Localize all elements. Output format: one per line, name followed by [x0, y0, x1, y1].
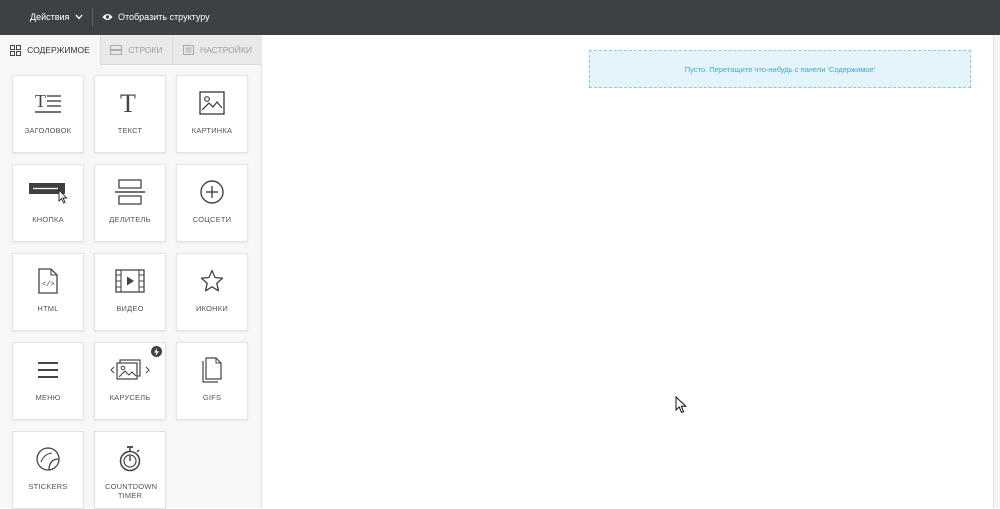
html-file-icon: </>: [38, 268, 58, 294]
block-gifs-label: GIFS: [202, 393, 222, 402]
show-structure-label: Отобразить структуру: [118, 12, 210, 22]
block-menu[interactable]: МЕНЮ: [12, 342, 84, 420]
toolbar-divider: [92, 8, 93, 27]
block-carousel[interactable]: КАРУСЕЛЬ: [94, 342, 166, 420]
rows-icon: [110, 44, 123, 55]
menu-icon: [38, 362, 58, 378]
tab-settings-label: НАСТРОЙКИ: [200, 44, 252, 55]
tab-content[interactable]: СОДЕРЖИМОЕ: [0, 35, 100, 65]
block-stickers[interactable]: STICKERS: [12, 431, 84, 509]
sidebar-tabs: СОДЕРЖИМОЕ СТРОКИ НАСТРОЙКИ: [0, 35, 262, 65]
chevron-down-icon: [75, 14, 83, 20]
block-text[interactable]: T ТЕКСТ: [94, 75, 166, 153]
top-toolbar: Действия Отобразить структуру: [0, 0, 1000, 35]
block-html[interactable]: </> HTML: [12, 253, 84, 331]
block-icons[interactable]: ИКОНКИ: [176, 253, 248, 331]
svg-text:T: T: [120, 90, 136, 116]
text-icon: T: [120, 90, 136, 116]
canvas-scrollbar[interactable]: [993, 35, 1000, 508]
block-video-label: ВИДЕО: [116, 304, 144, 313]
svg-text:T: T: [35, 91, 46, 111]
tab-rows-label: СТРОКИ: [128, 44, 163, 55]
block-image-label: КАРТИНКА: [191, 126, 233, 135]
timer-icon: [119, 446, 141, 472]
block-divider[interactable]: ДЕЛИТЕЛЬ: [94, 164, 166, 242]
block-countdown-timer-label: COUNTDOWN TIMER: [105, 482, 158, 500]
actions-label: Действия: [30, 12, 70, 22]
star-icon: [200, 269, 224, 292]
button-icon: [29, 183, 68, 204]
empty-row-dropzone[interactable]: Пусто. Перетащите что-нибудь с панели 'С…: [589, 50, 971, 88]
block-image[interactable]: КАРТИНКА: [176, 75, 248, 153]
video-icon: [115, 269, 145, 293]
divider-icon: [115, 179, 145, 205]
social-plus-icon: [200, 180, 224, 204]
block-carousel-label: КАРУСЕЛЬ: [109, 393, 151, 402]
block-html-label: HTML: [37, 304, 59, 313]
dropzone-text: Пусто. Перетащите что-нибудь с панели 'С…: [684, 64, 876, 74]
block-menu-label: МЕНЮ: [35, 393, 61, 402]
tab-rows[interactable]: СТРОКИ: [100, 35, 172, 65]
actions-dropdown[interactable]: Действия: [30, 12, 83, 22]
block-text-label: ТЕКСТ: [117, 126, 143, 135]
block-video[interactable]: ВИДЕО: [94, 253, 166, 331]
block-heading-label: ЗАГОЛОВОК: [24, 126, 72, 135]
tab-settings[interactable]: НАСТРОЙКИ: [172, 35, 262, 65]
block-social-label: СОЦСЕТИ: [192, 215, 232, 224]
grid-icon: [10, 44, 22, 56]
block-button-label: КНОПКА: [32, 215, 64, 224]
settings-panel-icon: [183, 44, 195, 55]
sticker-icon: [36, 447, 60, 471]
tab-content-label: СОДЕРЖИМОЕ: [27, 45, 90, 55]
image-icon: [199, 91, 225, 115]
block-divider-label: ДЕЛИТЕЛЬ: [109, 215, 151, 224]
mouse-cursor-icon: [675, 396, 688, 414]
block-button[interactable]: КНОПКА: [12, 164, 84, 242]
svg-text:</>: </>: [42, 281, 55, 289]
block-social[interactable]: СОЦСЕТИ: [176, 164, 248, 242]
carousel-icon: [110, 359, 150, 380]
block-gifs[interactable]: GIFS: [176, 342, 248, 420]
block-countdown-timer[interactable]: COUNTDOWN TIMER: [94, 431, 166, 509]
eye-icon: [102, 14, 113, 20]
content-sidebar: СОДЕРЖИМОЕ СТРОКИ НАСТРОЙКИ T ЗАГОЛОВОК …: [0, 35, 262, 509]
heading-icon: T: [35, 91, 61, 113]
gif-file-icon: [202, 357, 222, 383]
block-icons-label: ИКОНКИ: [196, 304, 228, 313]
block-heading[interactable]: T ЗАГОЛОВОК: [12, 75, 84, 153]
show-structure-button[interactable]: Отобразить структуру: [102, 12, 210, 22]
block-stickers-label: STICKERS: [28, 482, 68, 491]
